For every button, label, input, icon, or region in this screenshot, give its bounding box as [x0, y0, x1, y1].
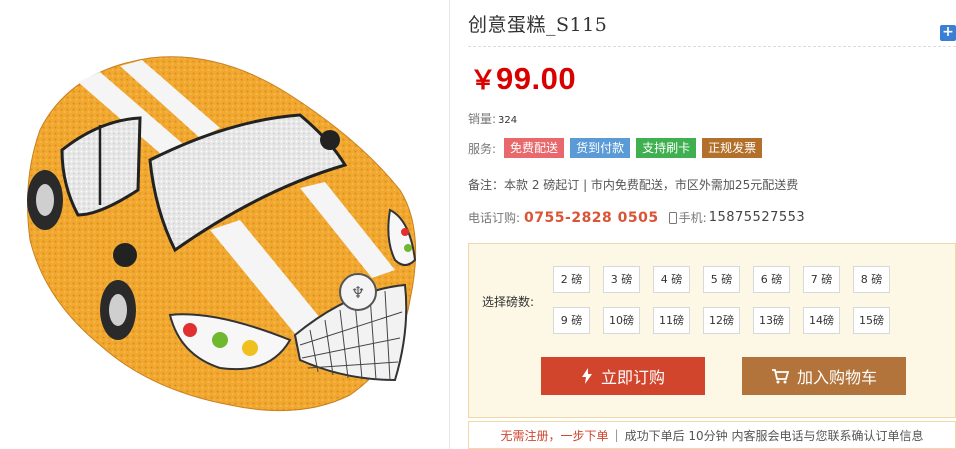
weight-option-7[interactable]: 7 磅	[803, 266, 840, 293]
weight-option-4[interactable]: 4 磅	[653, 266, 690, 293]
lightning-icon	[581, 368, 593, 384]
weight-option-12[interactable]: 12磅	[703, 307, 740, 334]
sales-label: 销量:	[468, 112, 497, 126]
service-badge-card-payment: 支持刷卡	[636, 138, 697, 158]
svg-text:♆: ♆	[351, 283, 365, 302]
phone-row: 电话订购: 0755-2828 0505 手机: 15875527553	[468, 209, 805, 226]
product-title: 创意蛋糕_S115	[468, 14, 608, 36]
weight-option-5[interactable]: 5 磅	[703, 266, 740, 293]
plus-icon[interactable]: +	[940, 25, 956, 41]
weight-option-8[interactable]: 8 磅	[853, 266, 890, 293]
mobile-number: 15875527553	[708, 210, 806, 225]
phone-number: 0755-2828 0505	[524, 209, 659, 226]
sales-row: 销量: 324	[468, 110, 517, 127]
price-amount: 99.00	[496, 61, 577, 96]
product-image-panel: ♆	[0, 0, 450, 449]
callback-info-text: 成功下单后 10分钟 内客服会电话与您联系确认订单信息	[624, 428, 924, 443]
price-currency: ￥	[470, 66, 497, 96]
add-to-cart-button[interactable]: 加入购物车	[742, 357, 906, 395]
product-price: ￥99.00	[470, 60, 576, 97]
weight-select-label: 选择磅数:	[482, 295, 535, 309]
weight-option-10[interactable]: 10磅	[603, 307, 640, 334]
mobile-phone-icon	[668, 211, 677, 224]
product-info-panel: 创意蛋糕_S115 + ￥99.00 销量: 324 服务: 免费配送 货到付款 …	[468, 0, 956, 449]
no-registration-text: 无需注册，一步下单	[500, 428, 609, 443]
product-image: ♆	[27, 56, 417, 412]
service-badge-invoice: 正规发票	[702, 138, 763, 158]
buy-now-button[interactable]: 立即订购	[541, 357, 705, 395]
weight-option-3[interactable]: 3 磅	[603, 266, 640, 293]
service-label: 服务:	[468, 141, 497, 156]
weight-option-13[interactable]: 13磅	[753, 307, 790, 334]
order-note: 备注：本款 2 磅起订 | 市内免费配送，市区外需加25元配送费	[468, 178, 799, 192]
footer-separator: |	[614, 428, 619, 442]
title-divider	[468, 46, 956, 47]
weight-option-14[interactable]: 14磅	[803, 307, 840, 334]
mobile-label: 手机:	[678, 211, 707, 225]
order-info-bar: 无需注册，一步下单 | 成功下单后 10分钟 内客服会电话与您联系确认订单信息	[468, 421, 956, 449]
buy-now-label: 立即订购	[600, 368, 665, 387]
weight-option-6[interactable]: 6 磅	[753, 266, 790, 293]
weight-option-11[interactable]: 11磅	[653, 307, 690, 334]
sales-value: 324	[498, 115, 518, 126]
weight-option-2[interactable]: 2 磅	[553, 266, 590, 293]
service-row: 服务: 免费配送 货到付款 支持刷卡 正规发票	[468, 138, 763, 158]
weight-option-9[interactable]: 9 磅	[553, 307, 590, 334]
weight-selector-box: 选择磅数: 2 磅 3 磅 4 磅 5 磅 6 磅 7 磅 8 磅 9 磅 10…	[468, 243, 956, 418]
service-badge-cash-on-delivery: 货到付款	[570, 138, 631, 158]
weight-option-15[interactable]: 15磅	[853, 307, 890, 334]
phone-label: 电话订购:	[468, 211, 521, 225]
service-badge-free-delivery: 免费配送	[504, 138, 565, 158]
add-to-cart-label: 加入购物车	[796, 368, 877, 387]
cart-icon	[771, 368, 789, 384]
